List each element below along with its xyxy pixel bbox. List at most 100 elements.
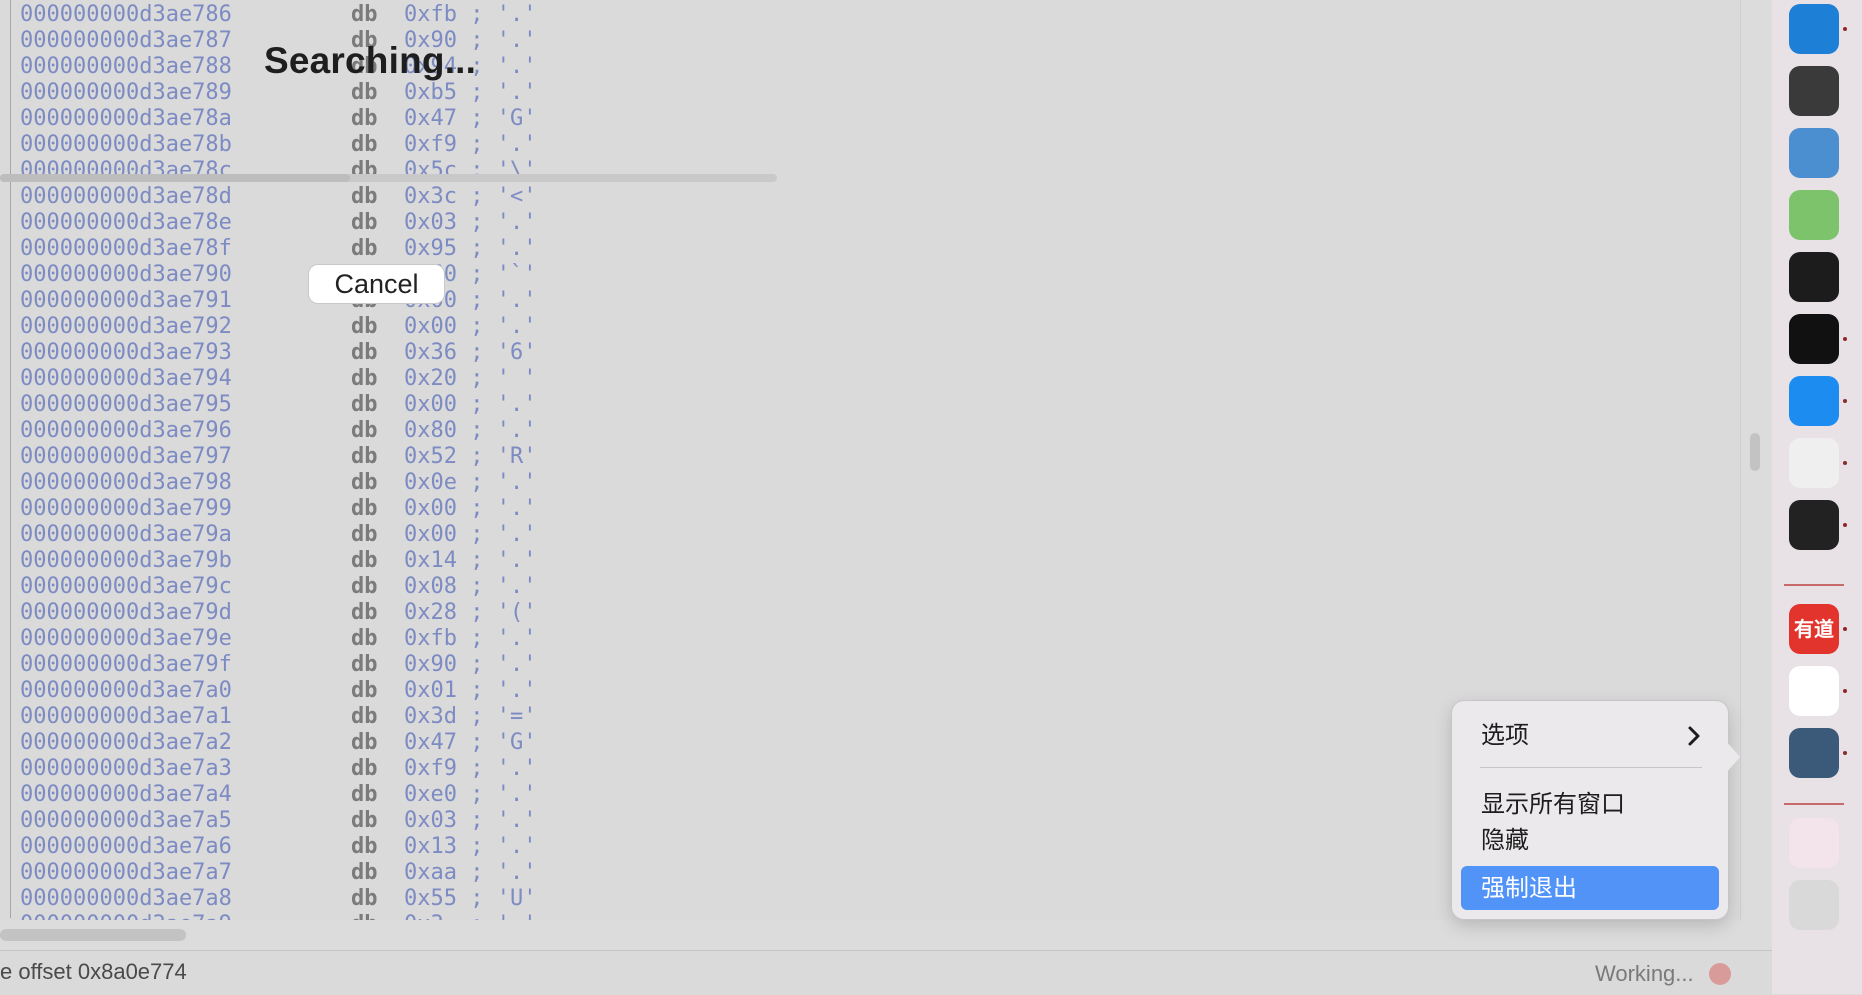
status-indicator <box>1709 963 1731 985</box>
row-mnemonic: db <box>351 652 378 677</box>
row-mnemonic: db <box>351 548 378 573</box>
dock-icon-text: 有道 <box>1794 617 1834 641</box>
row-mnemonic: db <box>351 886 378 911</box>
row-address: 000000000d3ae787 <box>20 28 232 53</box>
menu-separator <box>1480 767 1702 768</box>
row-operand: 0x3c ; '<' <box>404 184 537 209</box>
calculator-icon[interactable] <box>1789 66 1839 116</box>
menu-item-options[interactable]: 选项 <box>1461 713 1719 757</box>
row-address: 000000000d3ae792 <box>20 314 232 339</box>
running-indicator <box>1843 523 1847 527</box>
maps-icon[interactable] <box>1789 190 1839 240</box>
row-address: 000000000d3ae7a9 <box>20 912 232 920</box>
menu-item-hide[interactable]: 隐藏 <box>1461 818 1719 862</box>
row-mnemonic: db <box>351 626 378 651</box>
row-address: 000000000d3ae796 <box>20 418 232 443</box>
menu-item-label: 隐藏 <box>1481 826 1529 854</box>
row-operand: 0x08 ; '.' <box>404 574 537 599</box>
row-operand: 0x80 ; '.' <box>404 418 537 443</box>
row-address: 000000000d3ae795 <box>20 392 232 417</box>
running-indicator <box>1843 337 1847 341</box>
row-operand: 0x00 ; '.' <box>404 496 537 521</box>
trash-icon[interactable] <box>1789 880 1839 930</box>
row-operand: 0x03 ; '.' <box>404 210 537 235</box>
row-address: 000000000d3ae7a0 <box>20 678 232 703</box>
row-mnemonic: db <box>351 730 378 755</box>
row-mnemonic: db <box>351 2 378 27</box>
row-address: 000000000d3ae7a4 <box>20 782 232 807</box>
youdao-dictionary-icon[interactable]: 有道 <box>1789 604 1839 654</box>
vscode-icon[interactable] <box>1789 4 1839 54</box>
activity-monitor-icon[interactable] <box>1789 252 1839 302</box>
search-progress-fill <box>0 174 350 182</box>
hopper-disassembler-icon[interactable] <box>1789 728 1839 778</box>
dock-context-menu: 选项 显示所有窗口 隐藏 强制退出 <box>1452 701 1728 919</box>
row-mnemonic: db <box>351 860 378 885</box>
row-address: 000000000d3ae78d <box>20 184 232 209</box>
row-operand: 0x90 ; '.' <box>404 652 537 677</box>
row-operand: 0xfb ; '.' <box>404 2 537 27</box>
row-mnemonic: db <box>351 912 378 920</box>
row-address: 000000000d3ae788 <box>20 54 232 79</box>
row-mnemonic: db <box>351 184 378 209</box>
row-mnemonic: db <box>351 236 378 261</box>
row-address: 000000000d3ae789 <box>20 80 232 105</box>
menu-item-label: 选项 <box>1481 721 1529 749</box>
row-mnemonic: db <box>351 782 378 807</box>
row-operand: 0x36 ; '6' <box>404 340 537 365</box>
wps-office-icon[interactable] <box>1789 666 1839 716</box>
menu-item-force-quit[interactable]: 强制退出 <box>1461 866 1719 910</box>
row-mnemonic: db <box>351 522 378 547</box>
row-address: 000000000d3ae7a5 <box>20 808 232 833</box>
vertical-scrollbar-thumb[interactable] <box>1750 433 1760 471</box>
row-operand: 0x95 ; '.' <box>404 236 537 261</box>
row-mnemonic: db <box>351 834 378 859</box>
chevron-right-icon <box>1687 713 1701 757</box>
row-address: 000000000d3ae799 <box>20 496 232 521</box>
preview-icon[interactable] <box>1789 818 1839 868</box>
running-indicator <box>1843 461 1847 465</box>
row-mnemonic: db <box>351 678 378 703</box>
status-offset-text: e offset 0x8a0e774 <box>0 959 187 984</box>
row-address: 000000000d3ae7a6 <box>20 834 232 859</box>
row-mnemonic: db <box>351 132 378 157</box>
searching-title: Searching... <box>264 40 477 81</box>
time-machine-icon[interactable] <box>1789 438 1839 488</box>
row-address: 000000000d3ae79f <box>20 652 232 677</box>
row-address: 000000000d3ae7a3 <box>20 756 232 781</box>
row-address: 000000000d3ae791 <box>20 288 232 313</box>
row-address: 000000000d3ae798 <box>20 470 232 495</box>
dock: 有道 <box>1772 0 1862 994</box>
horizontal-scrollbar-thumb[interactable] <box>0 929 186 941</box>
sublime-text-icon[interactable] <box>1789 128 1839 178</box>
row-mnemonic: db <box>351 574 378 599</box>
row-mnemonic: db <box>351 704 378 729</box>
search-progress-bar <box>0 174 777 182</box>
row-operand: 0x55 ; 'U' <box>404 886 537 911</box>
running-indicator <box>1843 689 1847 693</box>
console-icon[interactable] <box>1789 500 1839 550</box>
row-operand: 0x0e ; '.' <box>404 470 537 495</box>
row-operand: 0x00 ; '.' <box>404 314 537 339</box>
row-operand: 0x3. ; '.' <box>404 912 536 920</box>
terminal-icon[interactable] <box>1789 314 1839 364</box>
row-address: 000000000d3ae786 <box>20 2 232 27</box>
row-mnemonic: db <box>351 756 378 781</box>
row-mnemonic: db <box>351 314 378 339</box>
row-address: 000000000d3ae78b <box>20 132 232 157</box>
app-store-icon[interactable] <box>1789 376 1839 426</box>
horizontal-scrollbar[interactable] <box>0 922 1740 948</box>
row-operand: 0xfb ; '.' <box>404 626 537 651</box>
menu-item-label: 强制退出 <box>1481 874 1577 902</box>
running-indicator <box>1843 27 1847 31</box>
context-menu-pointer <box>1726 741 1740 773</box>
gutter-divider <box>10 0 11 918</box>
row-mnemonic: db <box>351 340 378 365</box>
row-address: 000000000d3ae79d <box>20 600 232 625</box>
cancel-button[interactable]: Cancel <box>309 265 444 303</box>
row-address: 000000000d3ae793 <box>20 340 232 365</box>
row-address: 000000000d3ae79b <box>20 548 232 573</box>
row-address: 000000000d3ae794 <box>20 366 232 391</box>
row-operand: 0x01 ; '.' <box>404 678 537 703</box>
row-address: 000000000d3ae7a2 <box>20 730 232 755</box>
